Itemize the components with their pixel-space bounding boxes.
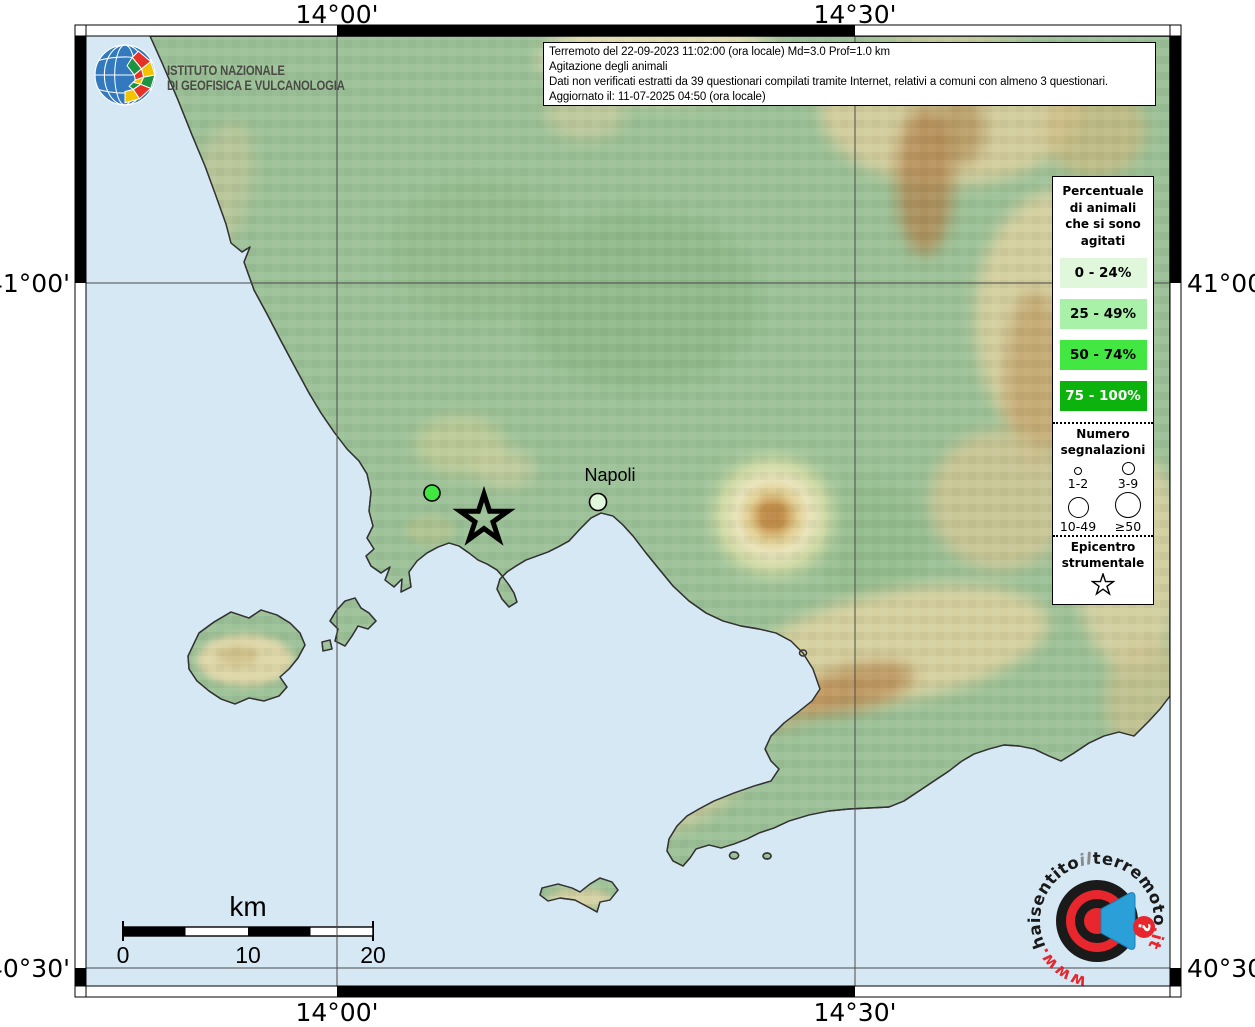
axis-label-top-east: 14°30' bbox=[814, 0, 897, 29]
scale-unit-label: km bbox=[229, 891, 266, 922]
legend-reports-title-line2: segnalazioni bbox=[1053, 443, 1153, 459]
legend-title-line3: che si sono bbox=[1053, 216, 1153, 233]
legend-panel: Percentuale di animali che si sono agita… bbox=[1052, 176, 1154, 605]
scale-tick-0: 0 bbox=[117, 942, 130, 968]
legend-reports-title-line1: Numero bbox=[1053, 427, 1153, 443]
legend-title-line1: Percentuale bbox=[1053, 183, 1153, 200]
legend-title: Percentuale di animali che si sono agita… bbox=[1053, 183, 1153, 249]
legend-swatch-0-24-label: 0 - 24% bbox=[1075, 265, 1132, 281]
report-size-dot-medium bbox=[1122, 462, 1135, 475]
legend-epicenter-title-line1: Epicentro bbox=[1053, 540, 1153, 556]
legend-swatch-50-74: 50 - 74% bbox=[1060, 340, 1147, 370]
legend-size-1-2-label: 1-2 bbox=[1068, 476, 1088, 492]
report-size-dot-large bbox=[1068, 497, 1089, 518]
ingv-globe-icon bbox=[93, 43, 157, 107]
legend-title-line4: agitati bbox=[1053, 233, 1153, 250]
legend-size-1-2: 1-2 bbox=[1053, 462, 1103, 492]
axis-label-bottom-west: 14°00' bbox=[296, 998, 379, 1027]
report-size-dot-xlarge bbox=[1115, 492, 1141, 518]
legend-swatch-25-49-label: 25 - 49% bbox=[1070, 306, 1136, 322]
report-size-dot-small bbox=[1074, 467, 1082, 475]
info-line-updated: Aggiornato il: 11-07-2025 04:50 (ora loc… bbox=[549, 90, 1150, 105]
ingv-logo: ISTITUTO NAZIONALE DI GEOFISICA E VULCAN… bbox=[93, 43, 379, 107]
axis-label-right-south: 40°30' bbox=[1187, 954, 1255, 983]
ingv-wordmark-line2: DI GEOFISICA E VULCANOLOGIA bbox=[167, 78, 345, 93]
legend-swatch-0-24: 0 - 24% bbox=[1060, 258, 1147, 288]
axis-label-right-north: 41°00' bbox=[1187, 269, 1255, 298]
axis-label-top-west: 14°00' bbox=[296, 0, 379, 29]
axis-label-left-north: 41°00' bbox=[0, 269, 70, 298]
earthquake-info-box: Terremoto del 22-09-2023 11:02:00 (ora l… bbox=[543, 42, 1156, 106]
axis-label-bottom-east: 14°30' bbox=[814, 998, 897, 1027]
legend-divider-1 bbox=[1053, 422, 1153, 424]
legend-title-line2: di animali bbox=[1053, 200, 1153, 217]
legend-swatch-75-100: 75 - 100% bbox=[1060, 381, 1147, 411]
epicenter-star-icon bbox=[1091, 573, 1115, 597]
report-marker-circle bbox=[424, 485, 440, 501]
legend-size-10-49-label: 10-49 bbox=[1060, 519, 1096, 535]
info-line-event: Terremoto del 22-09-2023 11:02:00 (ora l… bbox=[549, 45, 1150, 60]
legend-swatch-75-100-label: 75 - 100% bbox=[1065, 388, 1141, 404]
legend-swatch-50-74-label: 50 - 74% bbox=[1070, 347, 1136, 363]
city-label: Napoli bbox=[584, 465, 635, 485]
legend-epicenter-title-line2: strumentale bbox=[1053, 556, 1153, 572]
scale-tick-20: 20 bbox=[360, 942, 386, 968]
legend-reports-title: Numero segnalazioni bbox=[1053, 427, 1153, 458]
legend-size-3-9-label: 3-9 bbox=[1118, 476, 1138, 492]
ingv-wordmark-line1: ISTITUTO NAZIONALE bbox=[167, 63, 345, 78]
legend-size-50plus-label: ≥50 bbox=[1115, 519, 1141, 535]
legend-divider-2 bbox=[1053, 535, 1153, 537]
legend-percent-classes: 0 - 24% 25 - 49% 50 - 74% 75 - 100% bbox=[1053, 258, 1153, 411]
legend-size-10-49: 10-49 bbox=[1053, 492, 1103, 535]
info-line-subject: Agitazione degli animali bbox=[549, 60, 1150, 75]
map-stage: km 0 10 20 Napoli ? www bbox=[0, 0, 1255, 1024]
legend-size-50plus: ≥50 bbox=[1103, 492, 1153, 535]
city-marker-circle bbox=[590, 494, 607, 511]
axis-label-left-south: 40°30' bbox=[0, 954, 70, 983]
legend-report-sizes: 1-2 3-9 10-49 ≥50 bbox=[1053, 462, 1153, 535]
scale-tick-10: 10 bbox=[235, 942, 261, 968]
info-line-source: Dati non verificati estratti da 39 quest… bbox=[549, 75, 1150, 90]
legend-epicenter-title: Epicentro strumentale bbox=[1053, 540, 1153, 571]
legend-size-3-9: 3-9 bbox=[1103, 462, 1153, 492]
legend-swatch-25-49: 25 - 49% bbox=[1060, 299, 1147, 329]
ingv-wordmark: ISTITUTO NAZIONALE DI GEOFISICA E VULCAN… bbox=[167, 63, 345, 93]
